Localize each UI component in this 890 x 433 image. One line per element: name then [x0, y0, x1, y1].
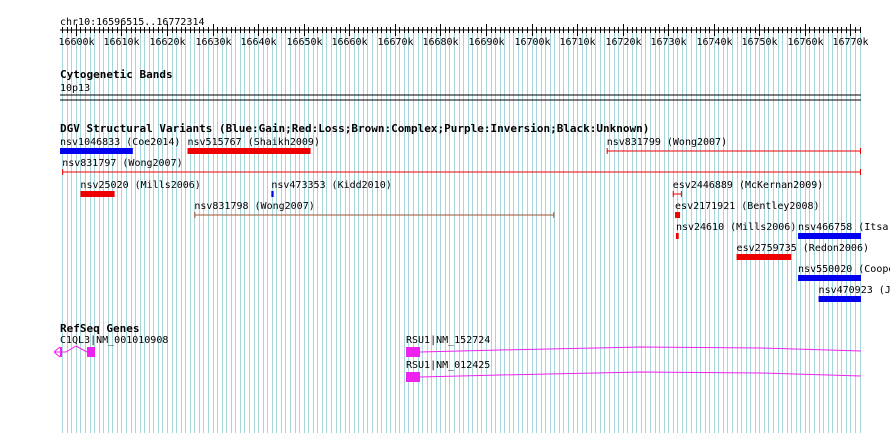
variant-bar [60, 148, 133, 154]
dgv-variant[interactable]: nsv515767 (Shaikh2009) [187, 137, 320, 154]
gene-exon [406, 372, 420, 382]
gene-rsu1-nm012425[interactable]: RSU1|NM_012425 [406, 360, 862, 382]
ruler-tick-label: 16700k [514, 37, 550, 48]
ruler-tick-label: 16620k [149, 37, 185, 48]
ruler-tick-label: 16600k [58, 37, 94, 48]
variant-label: esv2446889 (McKernan2009) [673, 180, 824, 191]
ruler-tick-label: 16750k [741, 37, 777, 48]
variant-label: nsv1046833 (Coe2014) [60, 137, 180, 148]
ruler-tick-label: 16650k [286, 37, 322, 48]
ruler-tick-label: 16630k [195, 37, 231, 48]
variant-label: esv2759735 (Redon2006) [737, 243, 869, 254]
gene-label: C1QL3|NM_001010908 [60, 335, 168, 346]
variant-label: nsv473353 (Kidd2010) [271, 180, 391, 191]
ruler-tick-label: 16730k [650, 37, 686, 48]
ruler-tick-label: 16660k [331, 37, 367, 48]
variant-label: nsv466758 (Itsara2009) [798, 222, 890, 233]
gene-exon [406, 347, 420, 357]
gene-label: RSU1|NM_152724 [406, 335, 490, 346]
variant-bar [80, 191, 115, 197]
dgv-variant[interactable]: nsv470923 (Jakobsson2008) [818, 285, 890, 302]
cytoband-track[interactable]: Cytogenetic Bands 10p13 [60, 68, 861, 101]
dgv-track[interactable]: DGV Structural Variants (Blue:Gain;Red:L… [60, 122, 890, 302]
variant-bar [736, 254, 792, 260]
dgv-variant[interactable]: nsv466758 (Itsara2009) [798, 222, 890, 239]
variant-bar [818, 296, 861, 302]
ruler-tick-label: 16680k [422, 37, 458, 48]
dgv-variant[interactable]: esv2759735 (Redon2006) [736, 243, 869, 260]
dgv-track-title: DGV Structural Variants (Blue:Gain;Red:L… [60, 122, 649, 135]
variant-label: nsv470923 (Jakobsson2008) [819, 285, 890, 296]
variant-bar [187, 148, 311, 154]
ruler-tick-label: 16710k [559, 37, 595, 48]
gene-strand-arrow-icon [53, 351, 61, 358]
variant-label: nsv550020 (Cooper2011) [798, 264, 890, 275]
variant-label: esv2171921 (Bentley2008) [675, 201, 820, 212]
variant-bar [798, 275, 861, 281]
variant-bar [798, 233, 861, 239]
variant-bar [675, 233, 679, 239]
gene-rsu1-nm152724[interactable]: RSU1|NM_152724 [406, 335, 862, 357]
variant-label: nsv24610 (Mills2006) [676, 222, 796, 233]
ruler-tick-label: 16740k [696, 37, 732, 48]
ruler-tick-label: 16720k [605, 37, 641, 48]
variant-label: nsv831798 (Wong2007) [194, 201, 314, 212]
cytoband-track-title: Cytogenetic Bands [60, 68, 173, 81]
cytoband-label: 10p13 [60, 83, 90, 94]
dgv-features[interactable]: nsv1046833 (Coe2014) nsv515767 (Shaikh200… [60, 137, 890, 302]
genome-browser[interactable]: chr10:16596515..16772314 16600k 16610k 166… [0, 0, 890, 433]
ruler-tick-label: 16690k [468, 37, 504, 48]
ruler-tick-label: 16640k [240, 37, 276, 48]
ruler-tick-label: 16670k [377, 37, 413, 48]
gene-exon [60, 347, 62, 357]
gene-label: RSU1|NM_012425 [406, 360, 490, 371]
ruler-tick-label: 16770k [832, 37, 868, 48]
ruler-tick-label: 16760k [787, 37, 823, 48]
dgv-variant[interactable]: nsv550020 (Cooper2011) [798, 264, 890, 281]
variant-label: nsv515767 (Shaikh2009) [188, 137, 320, 148]
gene-strand-arrow-icon [53, 346, 61, 353]
refseq-track[interactable]: RefSeq Genes C1QL3|NM_001010908 RSU1|NM_… [53, 322, 862, 382]
gene-exon [87, 347, 95, 357]
variant-bar [675, 212, 681, 218]
variant-label: nsv831797 (Wong2007) [62, 158, 182, 169]
variant-bar [271, 191, 274, 197]
dgv-variant[interactable]: nsv831799 (Wong2007) [606, 137, 861, 154]
ruler-tick-label: 16610k [103, 37, 139, 48]
ruler-label: chr10:16596515..16772314 [60, 17, 205, 28]
variant-label: nsv831799 (Wong2007) [607, 137, 727, 148]
variant-label: nsv25020 (Mills2006) [80, 180, 200, 191]
refseq-track-title: RefSeq Genes [60, 322, 139, 335]
